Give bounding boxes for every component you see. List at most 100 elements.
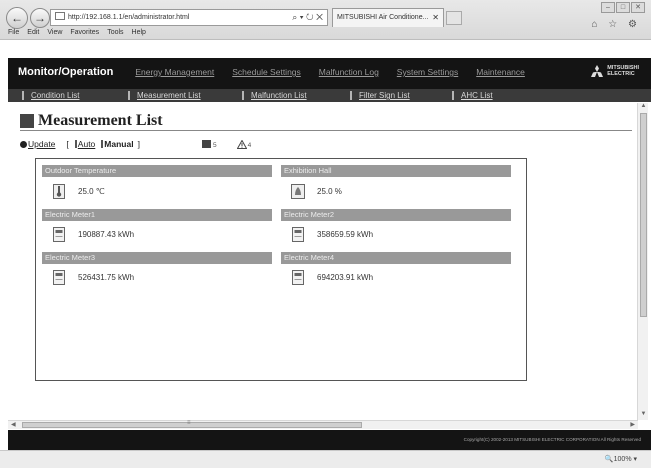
- meter-icon: [53, 270, 65, 285]
- bracket-close: ]: [137, 139, 140, 149]
- app-header: Monitor/Operation Energy Management Sche…: [8, 58, 651, 89]
- measurement-header: Exhibition Hall: [281, 165, 511, 177]
- horizontal-scroll-thumb[interactable]: ≡: [22, 420, 362, 428]
- address-text: http://192.168.1.1/en/administrator.html: [68, 14, 190, 21]
- toolbar-icons[interactable]: ⌂ ☆ ⚙: [591, 19, 641, 30]
- close-window-icon[interactable]: ✕: [631, 2, 645, 13]
- stop-count: 5: [212, 142, 217, 149]
- brand-logo: MITSUBISHI ELECTRIC: [590, 65, 639, 77]
- minimize-icon[interactable]: –: [601, 2, 615, 13]
- nav-system-settings[interactable]: System Settings: [397, 67, 458, 77]
- horizontal-scrollbar[interactable]: ◀ ≡ ▶: [8, 420, 638, 429]
- measurement-header: Electric Meter4: [281, 252, 511, 264]
- nav-maintenance[interactable]: Maintenance: [476, 67, 525, 77]
- warning-status: 4: [236, 139, 252, 149]
- warning-count: 4: [247, 142, 252, 149]
- update-controls: Update [ Auto Manual ] 5 4: [20, 139, 251, 149]
- vertical-scroll-thumb[interactable]: [640, 113, 647, 317]
- measurement-value: 25.0 %: [317, 187, 342, 196]
- scroll-right-icon[interactable]: ▶: [630, 421, 635, 428]
- main-nav: Monitor/Operation Energy Management Sche…: [18, 66, 543, 78]
- mode-marker: [101, 140, 104, 148]
- humidity-icon: [291, 184, 305, 199]
- thermometer-icon: [53, 184, 65, 199]
- measurement-value: 190887.43 kWh: [78, 230, 135, 239]
- browser-tab[interactable]: MITSUBISHI Air Conditione... ✕: [332, 8, 444, 27]
- maximize-icon[interactable]: □: [616, 2, 630, 13]
- measurement-value: 25.0 ℃: [78, 187, 105, 196]
- measurement-header: Electric Meter1: [42, 209, 272, 221]
- forward-button[interactable]: →: [30, 8, 50, 28]
- manual-label: Manual: [104, 139, 134, 149]
- measurement-value: 358659.59 kWh: [317, 230, 374, 239]
- subnav-filter-sign-list[interactable]: Filter Sign List: [350, 91, 410, 100]
- menu-favorites[interactable]: Favorites: [70, 29, 99, 36]
- menu-view[interactable]: View: [47, 29, 62, 36]
- subnav-condition-list[interactable]: Condition List: [22, 91, 79, 100]
- meter-icon: [53, 227, 65, 242]
- scroll-down-icon[interactable]: ▼: [638, 411, 649, 420]
- menu-bar: File Edit View Favorites Tools Help: [8, 29, 146, 36]
- measurement-value: 694203.91 kWh: [317, 273, 374, 282]
- measurement-panel: Outdoor Temperature 25.0 ℃ Exhibition Ha…: [35, 158, 527, 381]
- copyright-text: Copyright(C) 2002-2013 MITSUBISHI ELECTR…: [463, 437, 641, 442]
- tab-title: MITSUBISHI Air Conditione...: [337, 14, 429, 21]
- subnav-ahc-list[interactable]: AHC List: [452, 91, 493, 100]
- sub-nav: Condition List Measurement List Malfunct…: [8, 89, 651, 102]
- nav-energy-management[interactable]: Energy Management: [135, 67, 214, 77]
- menu-file[interactable]: File: [8, 29, 19, 36]
- bracket-open: [: [66, 139, 69, 149]
- manual-mode-option[interactable]: Manual: [101, 139, 134, 149]
- stopped-unit-icon: [201, 140, 211, 148]
- logo-line-2: ELECTRIC: [607, 71, 635, 77]
- scroll-up-icon[interactable]: ▲: [638, 103, 649, 112]
- subnav-marker: [452, 91, 454, 100]
- title-square-icon: [20, 114, 34, 128]
- subnav-label: Condition List: [31, 91, 80, 100]
- subnav-label: Measurement List: [137, 91, 201, 100]
- back-button[interactable]: ←: [6, 7, 28, 29]
- page-title-text: Measurement List: [38, 112, 163, 129]
- subnav-marker: [128, 91, 130, 100]
- nav-malfunction-log[interactable]: Malfunction Log: [319, 67, 379, 77]
- address-controls[interactable]: ⌕ ▾ ↻ ✕: [292, 10, 323, 25]
- measurement-header: Outdoor Temperature: [42, 165, 272, 177]
- update-link[interactable]: Update: [28, 139, 55, 149]
- title-divider: [20, 130, 632, 131]
- page-icon: [55, 12, 65, 20]
- subnav-marker: [350, 91, 352, 100]
- stop-status: 5: [201, 139, 217, 149]
- update-dot-icon: [20, 140, 27, 148]
- subnav-malfunction-list[interactable]: Malfunction List: [242, 91, 307, 100]
- address-bar[interactable]: http://192.168.1.1/en/administrator.html…: [50, 9, 328, 26]
- zoom-control[interactable]: 🔍100% ▾: [605, 455, 637, 463]
- measurement-value: 526431.75 kWh: [78, 273, 135, 282]
- subnav-label: AHC List: [461, 91, 493, 100]
- menu-help[interactable]: Help: [132, 29, 146, 36]
- browser-toolbar: ← → http://192.168.1.1/en/administrator.…: [0, 0, 651, 40]
- subnav-measurement-list[interactable]: Measurement List: [128, 91, 201, 100]
- mode-marker: [74, 140, 77, 148]
- scroll-left-icon[interactable]: ◀: [11, 421, 16, 428]
- diamond-logo-icon: [591, 65, 604, 77]
- menu-edit[interactable]: Edit: [27, 29, 39, 36]
- tab-close-icon[interactable]: ✕: [432, 9, 439, 27]
- subnav-label: Malfunction List: [251, 91, 307, 100]
- logo-text: MITSUBISHI ELECTRIC: [607, 65, 639, 77]
- warning-icon: [236, 140, 247, 149]
- browser-status-bar: 🔍100% ▾: [0, 450, 651, 468]
- auto-label: Auto: [77, 139, 96, 149]
- subnav-label: Filter Sign List: [359, 91, 410, 100]
- measurement-header: Electric Meter3: [42, 252, 272, 264]
- nav-monitor-operation[interactable]: Monitor/Operation: [18, 66, 113, 78]
- nav-schedule-settings[interactable]: Schedule Settings: [232, 67, 301, 77]
- meter-icon: [292, 227, 304, 242]
- app-footer: Copyright(C) 2002-2013 MITSUBISHI ELECTR…: [8, 430, 651, 450]
- menu-tools[interactable]: Tools: [107, 29, 123, 36]
- auto-mode-option[interactable]: Auto: [74, 139, 96, 149]
- measurement-header: Electric Meter2: [281, 209, 511, 221]
- window-controls: – □ ✕: [601, 2, 645, 14]
- subnav-marker: [242, 91, 244, 100]
- vertical-scrollbar[interactable]: ▲ ▼: [637, 103, 648, 420]
- new-tab-button[interactable]: [446, 11, 462, 25]
